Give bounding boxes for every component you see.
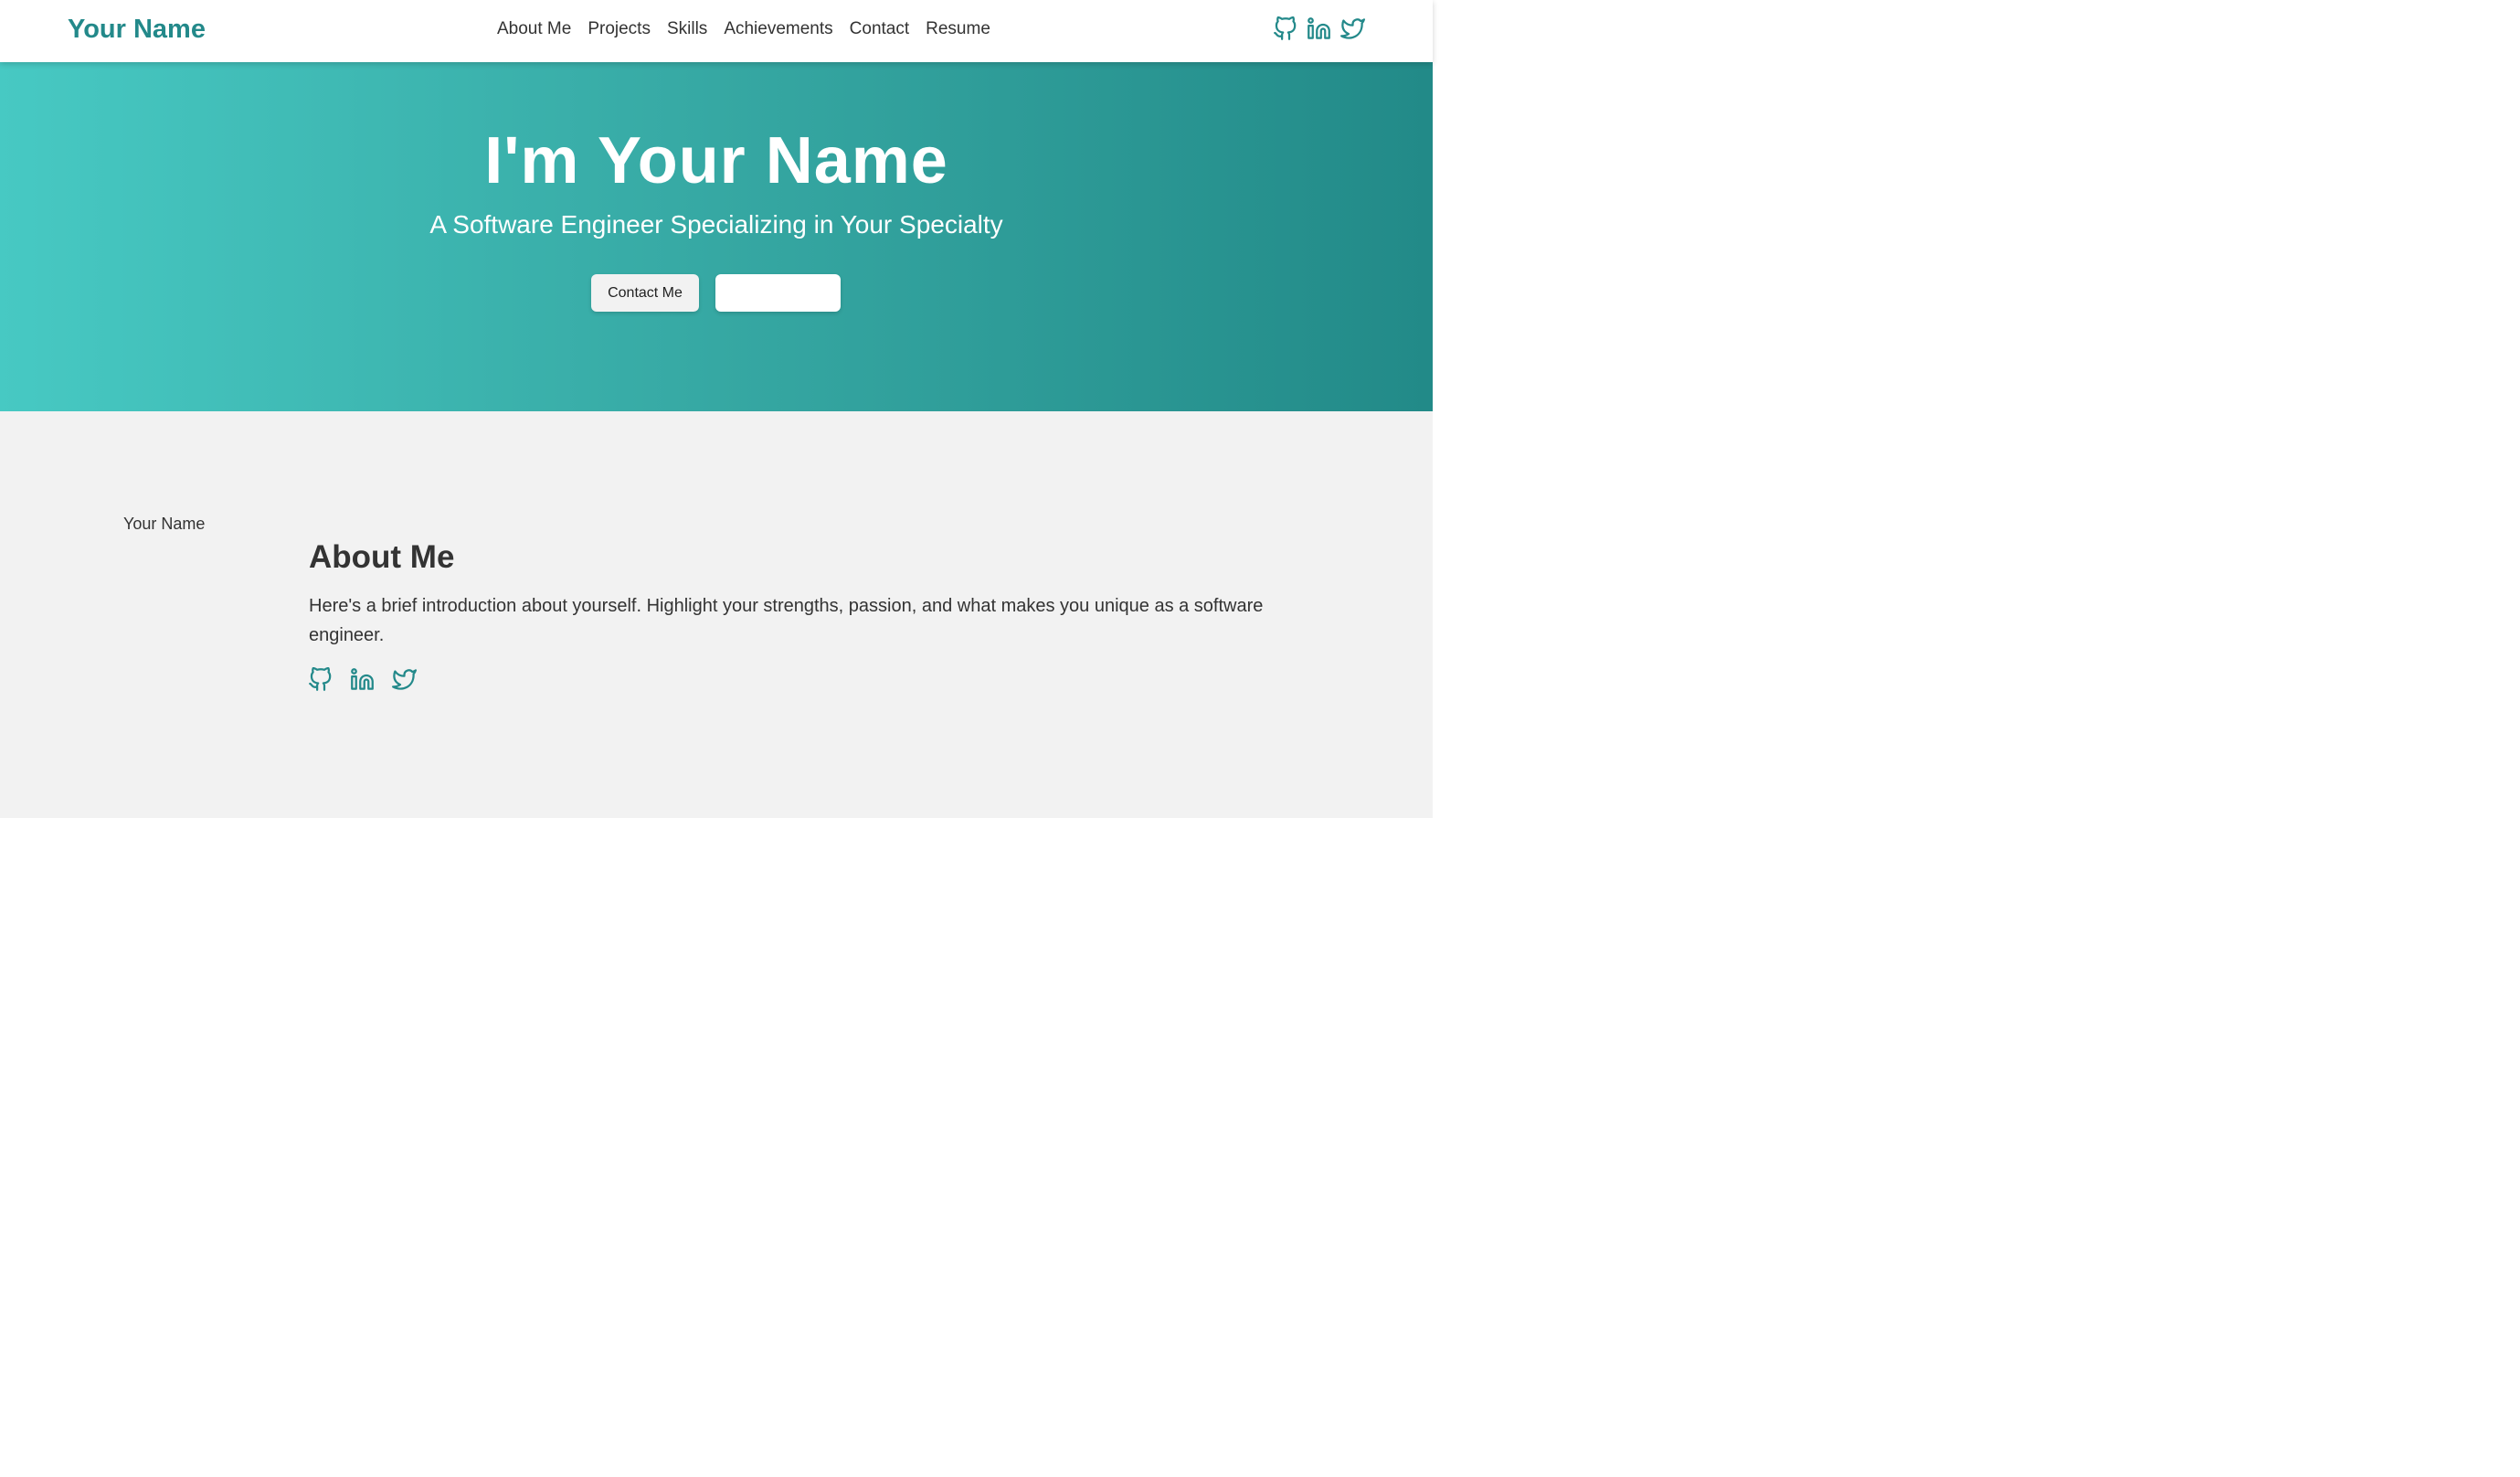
nav-item-contact: Contact: [850, 18, 909, 40]
header-linkedin-link[interactable]: [1307, 16, 1331, 41]
nav-item-about: About Me: [497, 18, 571, 40]
hero-title: I'm Your Name: [484, 124, 948, 197]
page-bottom-strip: [0, 818, 1433, 840]
site-header: Your Name About Me Projects Skills Achie…: [0, 0, 1433, 62]
twitter-icon: [392, 669, 417, 690]
brand-logo-link[interactable]: Your Name: [68, 13, 206, 46]
hero-section: I'm Your Name A Software Engineer Specia…: [0, 62, 1433, 411]
nav-item-skills: Skills: [667, 18, 707, 40]
nav-link-about[interactable]: About Me: [497, 19, 571, 38]
hero-subtitle: A Software Engineer Specializing in Your…: [429, 210, 1003, 239]
resume-button[interactable]: [715, 274, 841, 312]
linkedin-icon: [351, 668, 374, 690]
about-twitter-link[interactable]: [392, 667, 417, 692]
header-github-link[interactable]: [1273, 16, 1297, 41]
contact-me-button[interactable]: Contact Me: [591, 274, 699, 312]
nav-link-achievements[interactable]: Achievements: [724, 19, 832, 38]
about-linkedin-link[interactable]: [350, 667, 375, 692]
nav-item-projects: Projects: [588, 18, 651, 40]
main-nav: About Me Projects Skills Achievements Co…: [497, 18, 990, 40]
nav-item-achievements: Achievements: [724, 18, 832, 40]
about-text: Here's a brief introduction about yourse…: [309, 596, 1264, 645]
header-twitter-link[interactable]: [1340, 16, 1365, 41]
nav-link-resume[interactable]: Resume: [926, 19, 990, 38]
profile-image-alt-text: Your Name: [123, 515, 206, 533]
profile-image: Your Name: [112, 515, 268, 670]
about-github-link[interactable]: [308, 667, 333, 692]
header-social-links: [1273, 16, 1365, 41]
github-icon: [309, 667, 332, 691]
nav-link-skills[interactable]: Skills: [667, 19, 707, 38]
about-title: About Me: [309, 539, 455, 575]
github-icon: [1274, 16, 1297, 40]
nav-item-resume: Resume: [926, 18, 990, 40]
nav-link-projects[interactable]: Projects: [588, 19, 651, 38]
nav-link-contact[interactable]: Contact: [850, 19, 909, 38]
about-section: Your Name About Me Here's a brief introd…: [0, 411, 1433, 818]
twitter-icon: [1340, 18, 1365, 39]
about-social-links: [308, 667, 417, 692]
linkedin-icon: [1308, 17, 1330, 39]
